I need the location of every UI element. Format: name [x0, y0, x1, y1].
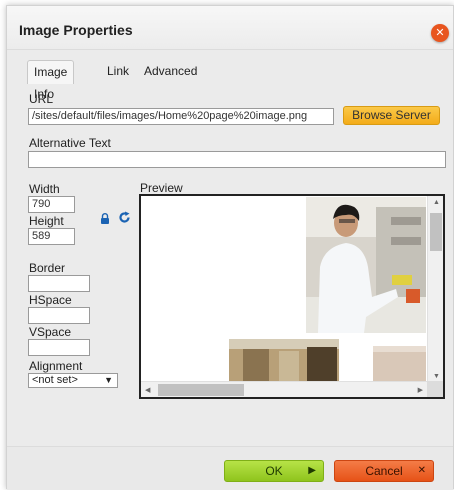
url-label: URL: [29, 92, 54, 106]
preview-horizontal-scrollbar[interactable]: ◀ ▶: [141, 381, 427, 397]
vertical-scroll-thumb[interactable]: [430, 213, 442, 251]
image-properties-dialog: Image Properties ✕ Image Info Link Advan…: [6, 5, 454, 490]
border-field[interactable]: [28, 275, 90, 292]
height-label: Height: [29, 214, 64, 228]
scroll-right-icon[interactable]: ▶: [418, 386, 423, 394]
vspace-label: VSpace: [29, 325, 72, 339]
cancel-button[interactable]: Cancel ✕: [334, 460, 434, 482]
hspace-label: HSpace: [29, 293, 72, 307]
alignment-value: <not set>: [32, 374, 78, 386]
browse-server-button[interactable]: Browse Server: [343, 106, 440, 125]
tab-image-info[interactable]: Image Info: [27, 60, 75, 101]
dropdown-arrow-icon: ▼: [104, 375, 113, 385]
ok-button[interactable]: OK ▶: [224, 460, 324, 482]
arrow-right-icon: ▶: [308, 465, 316, 476]
preview-vertical-scrollbar[interactable]: ▲ ▼: [427, 196, 443, 383]
reset-size-icon[interactable]: [118, 211, 131, 227]
preview-image-wall: [373, 346, 426, 383]
url-field[interactable]: /sites/default/files/images/Home%20page%…: [28, 108, 334, 125]
width-field[interactable]: 790: [28, 196, 75, 213]
scroll-down-icon[interactable]: ▼: [433, 373, 440, 380]
alt-text-field[interactable]: [28, 151, 446, 168]
close-icon[interactable]: ✕: [431, 24, 449, 42]
image-info-panel: URL /sites/default/files/images/Home%20p…: [18, 83, 450, 408]
preview-label: Preview: [140, 181, 183, 195]
preview-image-corridor: [229, 339, 339, 383]
dialog-title: Image Properties: [19, 22, 133, 38]
alignment-label: Alignment: [29, 359, 83, 373]
scroll-corner: [427, 381, 443, 397]
height-field[interactable]: 589: [28, 228, 75, 245]
tab-link[interactable]: Link: [101, 60, 135, 84]
tab-advanced[interactable]: Advanced: [138, 60, 203, 84]
horizontal-scroll-thumb[interactable]: [158, 384, 244, 396]
scroll-left-icon[interactable]: ◀: [145, 386, 150, 394]
lock-icon[interactable]: [100, 213, 110, 227]
vspace-field[interactable]: [28, 339, 90, 356]
width-label: Width: [29, 182, 60, 196]
scroll-up-icon[interactable]: ▲: [433, 199, 440, 206]
hspace-field[interactable]: [28, 307, 90, 324]
border-label: Border: [29, 261, 66, 275]
alignment-select[interactable]: <not set> ▼: [28, 373, 118, 388]
preview-pane: ▲ ▼ ◀ ▶: [139, 194, 445, 399]
alt-text-label: Alternative Text: [29, 136, 111, 150]
dialog-footer: OK ▶ Cancel ✕: [7, 446, 453, 490]
dialog-titlebar[interactable]: Image Properties ✕: [7, 6, 453, 50]
preview-image-lab-photo: [306, 197, 426, 333]
close-x-icon: ✕: [417, 465, 426, 476]
